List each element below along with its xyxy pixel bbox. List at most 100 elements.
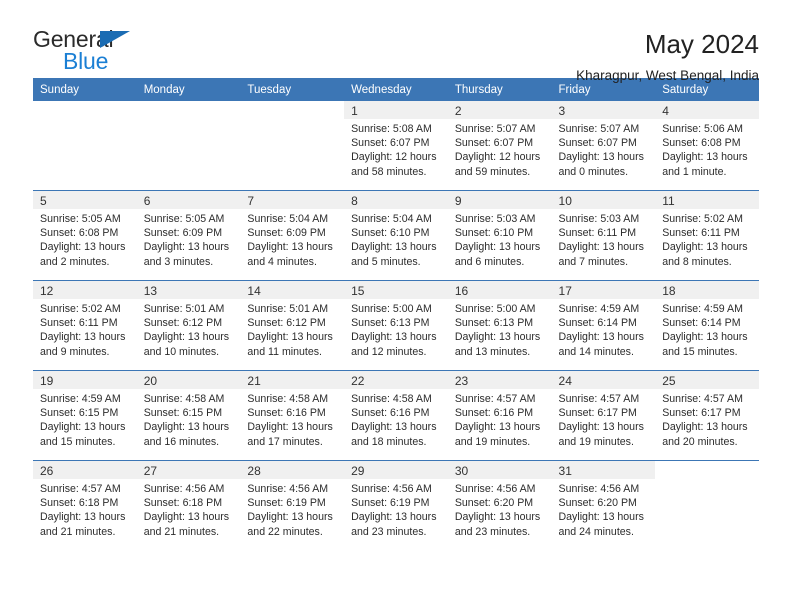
calendar-day-cell[interactable]: 18 Sunrise: 4:59 AM Sunset: 6:14 PM Dayligh…	[655, 281, 759, 370]
day-details: Sunrise: 5:05 AM Sunset: 6:09 PM Daylight:…	[137, 209, 241, 269]
day-details: Sunrise: 5:02 AM Sunset: 6:11 PM Daylight:…	[33, 299, 137, 359]
sunrise-text: Sunrise: 5:01 AM	[247, 303, 329, 315]
weekday-header-monday: Monday	[136, 78, 241, 101]
day-number: 10	[551, 191, 656, 209]
day-details: Sunrise: 5:04 AM Sunset: 6:10 PM Daylight:…	[344, 209, 448, 269]
page-header: General Blue May 2024 Kharagpur, West Be…	[33, 0, 759, 83]
sunrise-text: Sunrise: 4:59 AM	[662, 303, 743, 315]
sunset-text: Sunset: 6:12 PM	[247, 317, 326, 330]
calendar-day-cell[interactable]: 28 Sunrise: 4:56 AM Sunset: 6:19 PM Dayligh…	[240, 461, 345, 550]
calendar-day-cell[interactable]: 19 Sunrise: 4:59 AM Sunset: 6:15 PM Dayligh…	[33, 371, 137, 460]
calendar-day-cell[interactable]: 20 Sunrise: 4:58 AM Sunset: 6:15 PM Dayligh…	[136, 371, 241, 460]
calendar-day-cell[interactable]: 22 Sunrise: 4:58 AM Sunset: 6:16 PM Dayligh…	[344, 371, 448, 460]
calendar-day-cell[interactable]: 30 Sunrise: 4:56 AM Sunset: 6:20 PM Dayligh…	[447, 461, 552, 550]
calendar-day-cell[interactable]: 11 Sunrise: 5:02 AM Sunset: 6:11 PM Dayligh…	[655, 191, 759, 280]
calendar-day-cell[interactable]: 12 Sunrise: 5:02 AM Sunset: 6:11 PM Dayligh…	[33, 281, 137, 370]
calendar-day-cell[interactable]: 9 Sunrise: 5:03 AM Sunset: 6:10 PM Daylight…	[447, 191, 552, 280]
calendar-week-row: 1 Sunrise: 5:08 AM Sunset: 6:07 PM Daylight…	[33, 101, 759, 191]
calendar-day-cell[interactable]: 31 Sunrise: 4:56 AM Sunset: 6:20 PM Dayligh…	[551, 461, 656, 550]
sunrise-text: Sunrise: 4:57 AM	[662, 393, 743, 405]
calendar-cell: 2 Sunrise: 5:07 AM Sunset: 6:07 PM Daylight…	[447, 101, 552, 191]
day-number: 23	[447, 371, 552, 389]
calendar-cell: 10 Sunrise: 5:03 AM Sunset: 6:11 PM Dayligh…	[551, 190, 656, 281]
day-details: Sunrise: 4:56 AM Sunset: 6:20 PM Daylight:…	[552, 479, 656, 539]
calendar-day-cell[interactable]: 7 Sunrise: 5:04 AM Sunset: 6:09 PM Daylight…	[240, 191, 345, 280]
sunset-text: Sunset: 6:08 PM	[40, 227, 119, 240]
calendar-day-cell[interactable]: 2 Sunrise: 5:07 AM Sunset: 6:07 PM Daylight…	[447, 101, 552, 190]
sunset-text: Sunset: 6:07 PM	[558, 137, 637, 150]
sunrise-text: Sunrise: 4:58 AM	[143, 393, 225, 405]
day-details: Sunrise: 4:57 AM Sunset: 6:17 PM Daylight:…	[552, 389, 656, 449]
calendar-day-cell[interactable]: 27 Sunrise: 4:56 AM Sunset: 6:18 PM Dayligh…	[136, 461, 241, 550]
calendar-day-cell[interactable]: 25 Sunrise: 4:57 AM Sunset: 6:17 PM Dayligh…	[655, 371, 759, 460]
sunset-text: Sunset: 6:09 PM	[143, 227, 223, 240]
daylight-text-line2: and 20 minutes.	[662, 435, 738, 448]
sunrise-text: Sunrise: 4:56 AM	[351, 483, 432, 495]
sunset-text: Sunset: 6:07 PM	[351, 137, 430, 150]
calendar-day-cell[interactable]: 1 Sunrise: 5:08 AM Sunset: 6:07 PM Daylight…	[344, 101, 448, 190]
calendar-day-cell[interactable]: 6 Sunrise: 5:05 AM Sunset: 6:09 PM Daylight…	[136, 191, 241, 280]
weekday-header-tuesday: Tuesday	[240, 78, 345, 101]
sunset-text: Sunset: 6:16 PM	[247, 407, 326, 420]
calendar-week-row: 26 Sunrise: 4:57 AM Sunset: 6:18 PM Dayligh…	[33, 460, 759, 550]
sunrise-text: Sunrise: 4:59 AM	[40, 393, 121, 405]
calendar-day-cell[interactable]: 4 Sunrise: 5:06 AM Sunset: 6:08 PM Daylight…	[655, 101, 759, 190]
day-number: 9	[447, 191, 552, 209]
day-details: Sunrise: 5:00 AM Sunset: 6:13 PM Daylight:…	[344, 299, 448, 359]
day-details: Sunrise: 5:06 AM Sunset: 6:08 PM Daylight:…	[655, 119, 759, 179]
daylight-text-line2: and 9 minutes.	[40, 345, 110, 358]
daylight-text-line2: and 6 minutes.	[454, 255, 525, 268]
day-number: 27	[136, 461, 241, 479]
day-number	[240, 101, 344, 119]
day-details: Sunrise: 5:03 AM Sunset: 6:11 PM Daylight:…	[552, 209, 656, 269]
calendar-cell: 19 Sunrise: 4:59 AM Sunset: 6:15 PM Dayligh…	[33, 370, 137, 461]
daylight-text-line2: and 18 minutes.	[351, 435, 427, 448]
daylight-text-line2: and 11 minutes.	[247, 345, 323, 358]
sunset-text: Sunset: 6:12 PM	[143, 317, 223, 330]
daylight-text-line1: Daylight: 13 hours	[662, 331, 748, 344]
calendar-day-cell[interactable]: 15 Sunrise: 5:00 AM Sunset: 6:13 PM Dayligh…	[344, 281, 448, 370]
daylight-text-line2: and 19 minutes.	[558, 435, 634, 448]
calendar-cell	[137, 101, 241, 191]
calendar-cell: 12 Sunrise: 5:02 AM Sunset: 6:11 PM Dayligh…	[33, 280, 137, 371]
day-number: 13	[136, 281, 241, 299]
day-details: Sunrise: 4:56 AM Sunset: 6:20 PM Daylight:…	[448, 479, 552, 539]
day-details: Sunrise: 4:58 AM Sunset: 6:15 PM Daylight:…	[137, 389, 241, 449]
day-number: 25	[655, 371, 759, 389]
daylight-text-line1: Daylight: 13 hours	[247, 421, 333, 434]
day-details: Sunrise: 4:57 AM Sunset: 6:18 PM Daylight:…	[33, 479, 137, 539]
day-number: 28	[240, 461, 345, 479]
daylight-text-line1: Daylight: 13 hours	[454, 421, 541, 434]
calendar-day-cell[interactable]: 17 Sunrise: 4:59 AM Sunset: 6:14 PM Dayligh…	[551, 281, 656, 370]
day-details: Sunrise: 5:07 AM Sunset: 6:07 PM Daylight:…	[552, 119, 656, 179]
calendar-day-cell[interactable]: 5 Sunrise: 5:05 AM Sunset: 6:08 PM Daylight…	[33, 191, 137, 280]
calendar-cell: 3 Sunrise: 5:07 AM Sunset: 6:07 PM Daylight…	[551, 101, 656, 191]
sunset-text: Sunset: 6:18 PM	[143, 497, 223, 510]
daylight-text-line1: Daylight: 13 hours	[247, 331, 333, 344]
day-details: Sunrise: 4:59 AM Sunset: 6:14 PM Daylight:…	[655, 299, 759, 359]
calendar-day-cell[interactable]: 16 Sunrise: 5:00 AM Sunset: 6:13 PM Dayligh…	[447, 281, 552, 370]
day-number: 19	[33, 371, 137, 389]
calendar-day-cell[interactable]: 3 Sunrise: 5:07 AM Sunset: 6:07 PM Daylight…	[551, 101, 656, 190]
calendar-cell: 21 Sunrise: 4:58 AM Sunset: 6:16 PM Dayligh…	[240, 370, 345, 461]
calendar-day-cell[interactable]: 10 Sunrise: 5:03 AM Sunset: 6:11 PM Dayligh…	[551, 191, 656, 280]
daylight-text-line2: and 24 minutes.	[558, 525, 634, 538]
daylight-text-line1: Daylight: 12 hours	[351, 151, 437, 164]
daylight-text-line1: Daylight: 13 hours	[247, 511, 333, 524]
weekday-header-wednesday: Wednesday	[344, 78, 448, 101]
sunrise-text: Sunrise: 5:07 AM	[454, 123, 536, 135]
calendar-day-cell[interactable]: 14 Sunrise: 5:01 AM Sunset: 6:12 PM Dayligh…	[240, 281, 345, 370]
day-number: 30	[447, 461, 552, 479]
sunset-text: Sunset: 6:15 PM	[143, 407, 223, 420]
sunset-text: Sunset: 6:07 PM	[454, 137, 534, 150]
calendar-day-cell[interactable]: 23 Sunrise: 4:57 AM Sunset: 6:16 PM Dayligh…	[447, 371, 552, 460]
calendar-day-cell[interactable]: 8 Sunrise: 5:04 AM Sunset: 6:10 PM Daylight…	[344, 191, 448, 280]
logo-text-blue: Blue	[63, 48, 109, 74]
general-blue-logo[interactable]: General Blue	[33, 28, 151, 80]
daylight-text-line2: and 3 minutes.	[143, 255, 214, 268]
calendar-day-cell[interactable]: 29 Sunrise: 4:56 AM Sunset: 6:19 PM Dayligh…	[344, 461, 448, 550]
calendar-day-cell[interactable]: 24 Sunrise: 4:57 AM Sunset: 6:17 PM Dayligh…	[551, 371, 656, 460]
calendar-day-cell[interactable]: 13 Sunrise: 5:01 AM Sunset: 6:12 PM Dayligh…	[136, 281, 241, 370]
calendar-day-cell[interactable]: 21 Sunrise: 4:58 AM Sunset: 6:16 PM Dayligh…	[240, 371, 345, 460]
calendar-day-cell[interactable]: 26 Sunrise: 4:57 AM Sunset: 6:18 PM Dayligh…	[33, 461, 137, 550]
